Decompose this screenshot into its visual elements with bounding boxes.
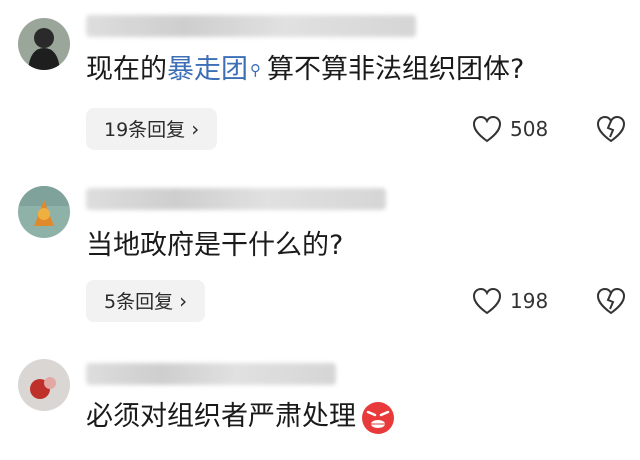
comment-text-part: 必须对组织者严肃处理 (86, 401, 356, 432)
view-replies-button[interactable]: 5条回复 › (86, 280, 206, 322)
username-blurred (86, 15, 416, 37)
like-button[interactable]: 198 (472, 286, 548, 316)
angry-face-icon (362, 401, 394, 434)
like-button[interactable]: 508 (472, 114, 548, 144)
comment-item: 当地政府是干什么的? 5条回复 › 198 (0, 170, 640, 340)
username-blurred (86, 363, 336, 385)
heart-icon (472, 287, 502, 315)
broken-heart-icon[interactable] (596, 286, 626, 316)
like-count: 198 (510, 289, 549, 313)
topic-link[interactable]: 暴走团 (167, 54, 248, 85)
chevron-right-icon: › (191, 117, 200, 141)
avatar[interactable] (18, 18, 70, 70)
comment-text-part: 现在的 (86, 54, 167, 85)
username-blurred (86, 188, 386, 210)
comment-text: 现在的暴走团 ⚲ 算不算非法组织团体? (86, 52, 524, 88)
comment-item: 必须对组织者严肃处理 (0, 345, 640, 460)
reply-count-label: 5条回复 (104, 291, 174, 313)
broken-heart-icon[interactable] (596, 114, 626, 144)
avatar[interactable] (18, 186, 70, 238)
like-count: 508 (510, 117, 549, 141)
avatar[interactable] (18, 359, 70, 411)
reply-count-label: 19条回复 (104, 119, 186, 141)
search-icon: ⚲ (250, 61, 261, 79)
comment-text-part: 算不算非法组织团体? (267, 54, 525, 85)
comment-text: 当地政府是干什么的? (86, 230, 344, 261)
comment-text: 必须对组织者严肃处理 (86, 399, 396, 436)
heart-icon (472, 115, 502, 143)
view-replies-button[interactable]: 19条回复 › (86, 108, 218, 150)
chevron-right-icon: › (179, 289, 188, 313)
comment-item: 现在的暴走团 ⚲ 算不算非法组织团体? 19条回复 › 508 (0, 0, 640, 160)
